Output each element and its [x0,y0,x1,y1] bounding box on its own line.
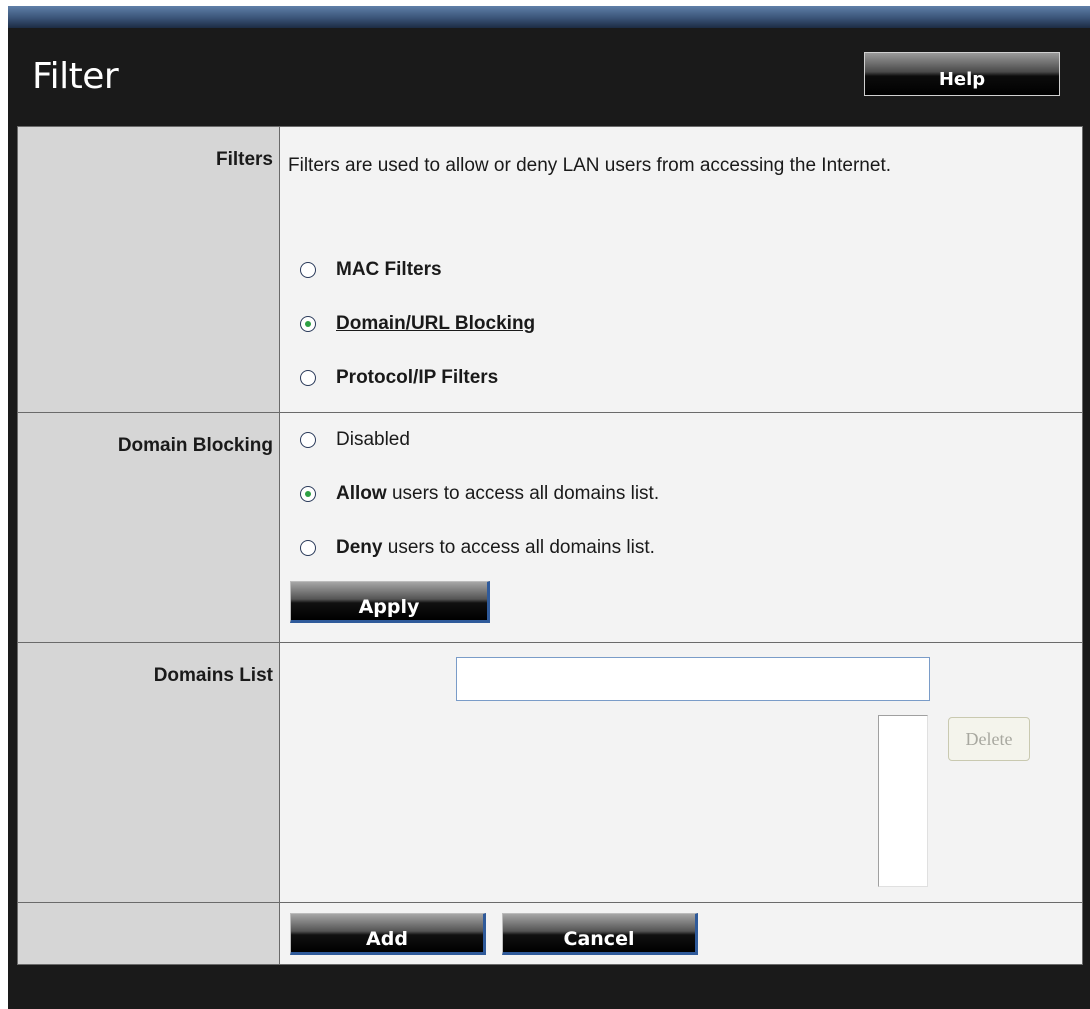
top-bar [8,6,1090,28]
domain-blocking-row: Domain Blocking Disabled Allow users to … [17,412,1083,643]
apply-button[interactable]: Apply [290,581,490,623]
allow-bold-text: Allow [336,483,387,504]
deny-bold-text: Deny [336,537,383,558]
delete-button[interactable]: Delete [948,717,1030,761]
disabled-label: Disabled [336,429,410,450]
filters-row: Filters Filters are used to allow or den… [17,126,1083,413]
domain-blocking-label: Domain Blocking [17,412,280,643]
protocol-ip-filters-radio[interactable] [300,370,316,386]
mac-filters-label: MAC Filters [336,259,442,280]
footer-strip [8,966,1090,1009]
filters-label: Filters [17,126,280,413]
domains-list-label: Domains List [17,642,280,903]
domain-blocking-cell: Disabled Allow users to access all domai… [279,412,1083,643]
protocol-ip-filters-option[interactable]: Protocol/IP Filters [300,367,498,389]
domains-listbox[interactable] [878,715,928,887]
cancel-button-label: Cancel [563,928,635,950]
disabled-option[interactable]: Disabled [300,429,410,451]
domain-url-blocking-option[interactable]: Domain/URL Blocking [300,313,535,335]
allow-option[interactable]: Allow users to access all domains list. [300,483,659,505]
mac-filters-radio[interactable] [300,262,316,278]
deny-radio[interactable] [300,540,316,556]
filters-cell: Filters are used to allow or deny LAN us… [279,126,1083,413]
deny-rest-text: users to access all domains list. [382,537,655,558]
add-button[interactable]: Add [290,913,486,955]
page-title: Filter [32,56,119,97]
allow-rest-text: users to access all domains list. [386,483,660,504]
cancel-button[interactable]: Cancel [502,913,698,955]
disabled-radio[interactable] [300,432,316,448]
filter-form-table: Filters Filters are used to allow or den… [17,126,1083,965]
actions-cell: Add Cancel [279,902,1083,965]
domain-url-blocking-radio[interactable] [300,316,316,332]
apply-button-label: Apply [358,596,420,618]
mac-filters-option[interactable]: MAC Filters [300,259,442,281]
domains-list-cell: Delete [279,642,1083,903]
domain-input[interactable] [456,657,930,701]
allow-radio[interactable] [300,486,316,502]
domain-url-blocking-link[interactable]: Domain/URL Blocking [336,313,535,335]
header: Filter Help [8,28,1090,126]
actions-row: Add Cancel [17,902,1083,965]
deny-label: Deny users to access all domains list. [336,537,655,559]
deny-option[interactable]: Deny users to access all domains list. [300,537,655,559]
help-button[interactable]: Help [864,52,1060,96]
help-button-label: Help [938,68,986,90]
filters-description: Filters are used to allow or deny LAN us… [288,155,891,176]
domains-list-row: Domains List Delete [17,642,1083,903]
add-button-label: Add [366,928,408,950]
protocol-ip-filters-label: Protocol/IP Filters [336,367,499,388]
allow-label: Allow users to access all domains list. [336,483,659,505]
actions-label-cell [17,902,280,965]
